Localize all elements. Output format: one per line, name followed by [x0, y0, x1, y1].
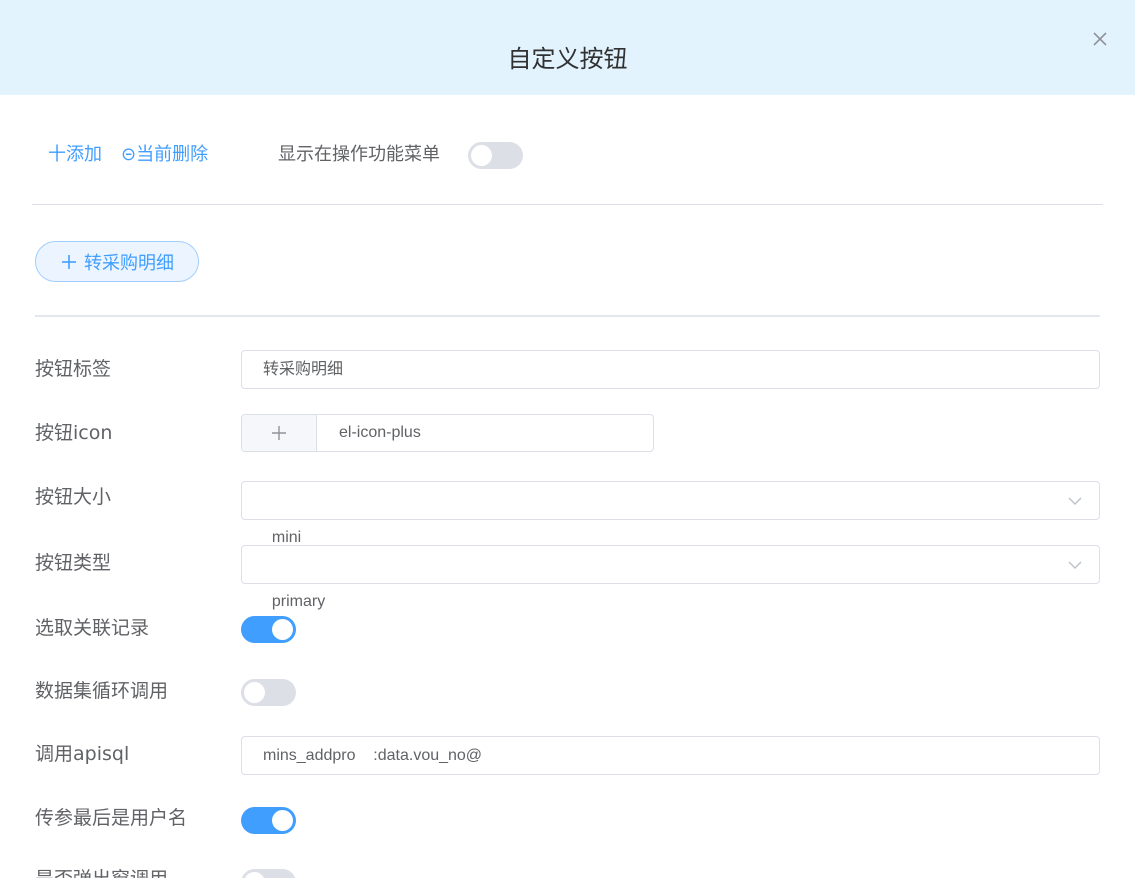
close-button[interactable]: [1088, 27, 1112, 51]
switch-knob: [471, 145, 492, 166]
plus-icon: [272, 426, 286, 440]
show-in-menu-label: 显示在操作功能菜单: [278, 144, 440, 165]
button-type-select[interactable]: primary: [241, 545, 1100, 610]
dataset-loop-switch[interactable]: [241, 679, 296, 706]
select-related-label: 选取关联记录: [35, 617, 150, 639]
custom-button-chip-label: 转采购明细: [84, 252, 174, 274]
button-size-label: 按钮大小: [35, 486, 112, 508]
button-size-value: mini: [271, 529, 302, 546]
last-param-username-label: 传参最后是用户名: [35, 807, 188, 829]
add-button[interactable]: 十添加: [48, 143, 102, 167]
switch-knob: [244, 682, 265, 703]
switch-knob: [272, 810, 293, 831]
chevron-down-icon: [1068, 497, 1082, 506]
chevron-down-icon: [1068, 561, 1082, 570]
button-label-label: 按钮标签: [35, 358, 112, 380]
dataset-loop-label: 数据集循环调用: [35, 680, 169, 702]
button-icon-label: 按钮icon: [35, 422, 113, 444]
button-icon-input[interactable]: el-icon-plus: [241, 414, 654, 452]
plus-icon: [62, 254, 76, 269]
delete-current-button[interactable]: ⊝当前删除: [121, 143, 208, 167]
custom-button-chip[interactable]: 转采购明细: [35, 241, 199, 282]
apisql-input[interactable]: mins_addpro :data.vou_no@: [241, 736, 1100, 775]
select-related-switch[interactable]: [241, 616, 296, 643]
toolbar-divider: [32, 204, 1103, 205]
button-icon-value: el-icon-plus: [339, 424, 421, 441]
button-size-select[interactable]: mini: [241, 481, 1100, 546]
last-param-username-switch[interactable]: [241, 807, 296, 834]
show-in-menu-switch[interactable]: [468, 142, 523, 169]
button-label-input[interactable]: 转采购明细: [241, 350, 1100, 389]
close-icon: [1093, 32, 1107, 46]
button-type-label: 按钮类型: [35, 552, 112, 574]
switch-knob: [244, 872, 265, 878]
chip-divider: [35, 315, 1100, 317]
icon-preview[interactable]: [242, 415, 317, 451]
dialog-title: 自定义按钮: [507, 45, 628, 73]
switch-knob: [272, 619, 293, 640]
popup-call-label: 是否弹出窗调用: [35, 866, 168, 878]
button-type-value: primary: [271, 593, 326, 610]
popup-call-switch[interactable]: [241, 869, 296, 878]
apisql-label: 调用apisql: [35, 743, 130, 765]
